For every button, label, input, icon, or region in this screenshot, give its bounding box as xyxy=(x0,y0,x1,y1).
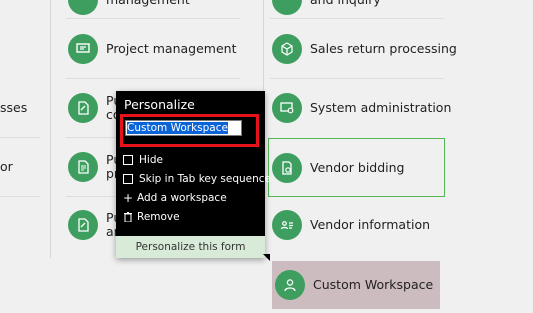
row-separator xyxy=(66,137,116,138)
workspace-name-input[interactable]: Custom Workspace xyxy=(125,120,242,136)
hide-checkbox[interactable] xyxy=(123,155,133,165)
document-icon xyxy=(68,0,98,15)
personalize-form-button[interactable]: Personalize this form xyxy=(116,236,265,258)
tile-label: System administration xyxy=(310,100,452,115)
tile-label: Sales return processing xyxy=(310,41,457,56)
tile-project-management[interactable]: Project management xyxy=(68,34,238,64)
tile-label: management xyxy=(106,0,190,8)
row-separator xyxy=(0,196,40,197)
plus-icon: + xyxy=(123,191,134,205)
trash-icon xyxy=(123,211,133,223)
tile-sales-return-processing[interactable]: Sales return processing xyxy=(272,34,457,64)
tile-label: Vendor bidding xyxy=(310,159,405,175)
hide-option[interactable]: Hide xyxy=(123,154,163,166)
tile-vendor-information[interactable]: Vendor information xyxy=(272,210,442,240)
row-separator xyxy=(66,18,240,19)
left-tile-label[interactable]: or xyxy=(0,159,13,174)
tile-partial[interactable]: Pu an xyxy=(68,210,122,240)
column-divider xyxy=(50,0,51,258)
skip-tab-checkbox[interactable] xyxy=(123,174,133,184)
left-tile-label[interactable]: sses xyxy=(0,100,27,115)
presentation-board-icon xyxy=(68,34,98,64)
row-separator xyxy=(0,137,40,138)
document-clock-icon xyxy=(272,152,302,183)
tile-label: and inquiry xyxy=(310,0,381,8)
tile-management[interactable]: management xyxy=(68,0,238,15)
tile-label: Vendor information xyxy=(310,217,431,232)
tile-label: Project management xyxy=(106,41,237,56)
contact-card-icon xyxy=(272,210,302,240)
remove-option[interactable]: Remove xyxy=(123,211,180,223)
row-separator xyxy=(66,196,116,197)
cube-icon xyxy=(272,34,302,64)
tile-system-administration[interactable]: System administration xyxy=(272,93,451,123)
document-edit-icon xyxy=(68,152,98,182)
row-separator xyxy=(66,78,240,79)
document-edit-icon xyxy=(68,93,98,123)
tile-partial[interactable]: Pu co xyxy=(68,93,121,123)
monitor-gear-icon xyxy=(272,93,302,123)
personalize-popup: Personalize Custom Workspace Hide Skip i… xyxy=(116,91,271,258)
popup-title: Personalize xyxy=(124,97,195,112)
tile-label: Custom Workspace xyxy=(313,277,434,292)
document-edit-icon xyxy=(68,210,98,240)
add-workspace-option[interactable]: + Add a workspace xyxy=(123,192,227,204)
skip-tab-option[interactable]: Skip in Tab key sequence xyxy=(123,173,271,185)
popup-pointer xyxy=(263,254,270,261)
row-separator xyxy=(270,18,444,19)
document-icon xyxy=(272,0,302,15)
tile-partial[interactable]: Pu pr xyxy=(68,152,121,182)
person-icon xyxy=(275,270,305,300)
highlight-frame: Custom Workspace xyxy=(120,114,259,147)
tile-custom-workspace[interactable]: Custom Workspace xyxy=(272,261,440,309)
tile-and-inquiry[interactable]: and inquiry xyxy=(272,0,442,15)
tile-vendor-bidding[interactable]: Vendor bidding xyxy=(268,138,445,197)
row-separator xyxy=(270,78,444,79)
